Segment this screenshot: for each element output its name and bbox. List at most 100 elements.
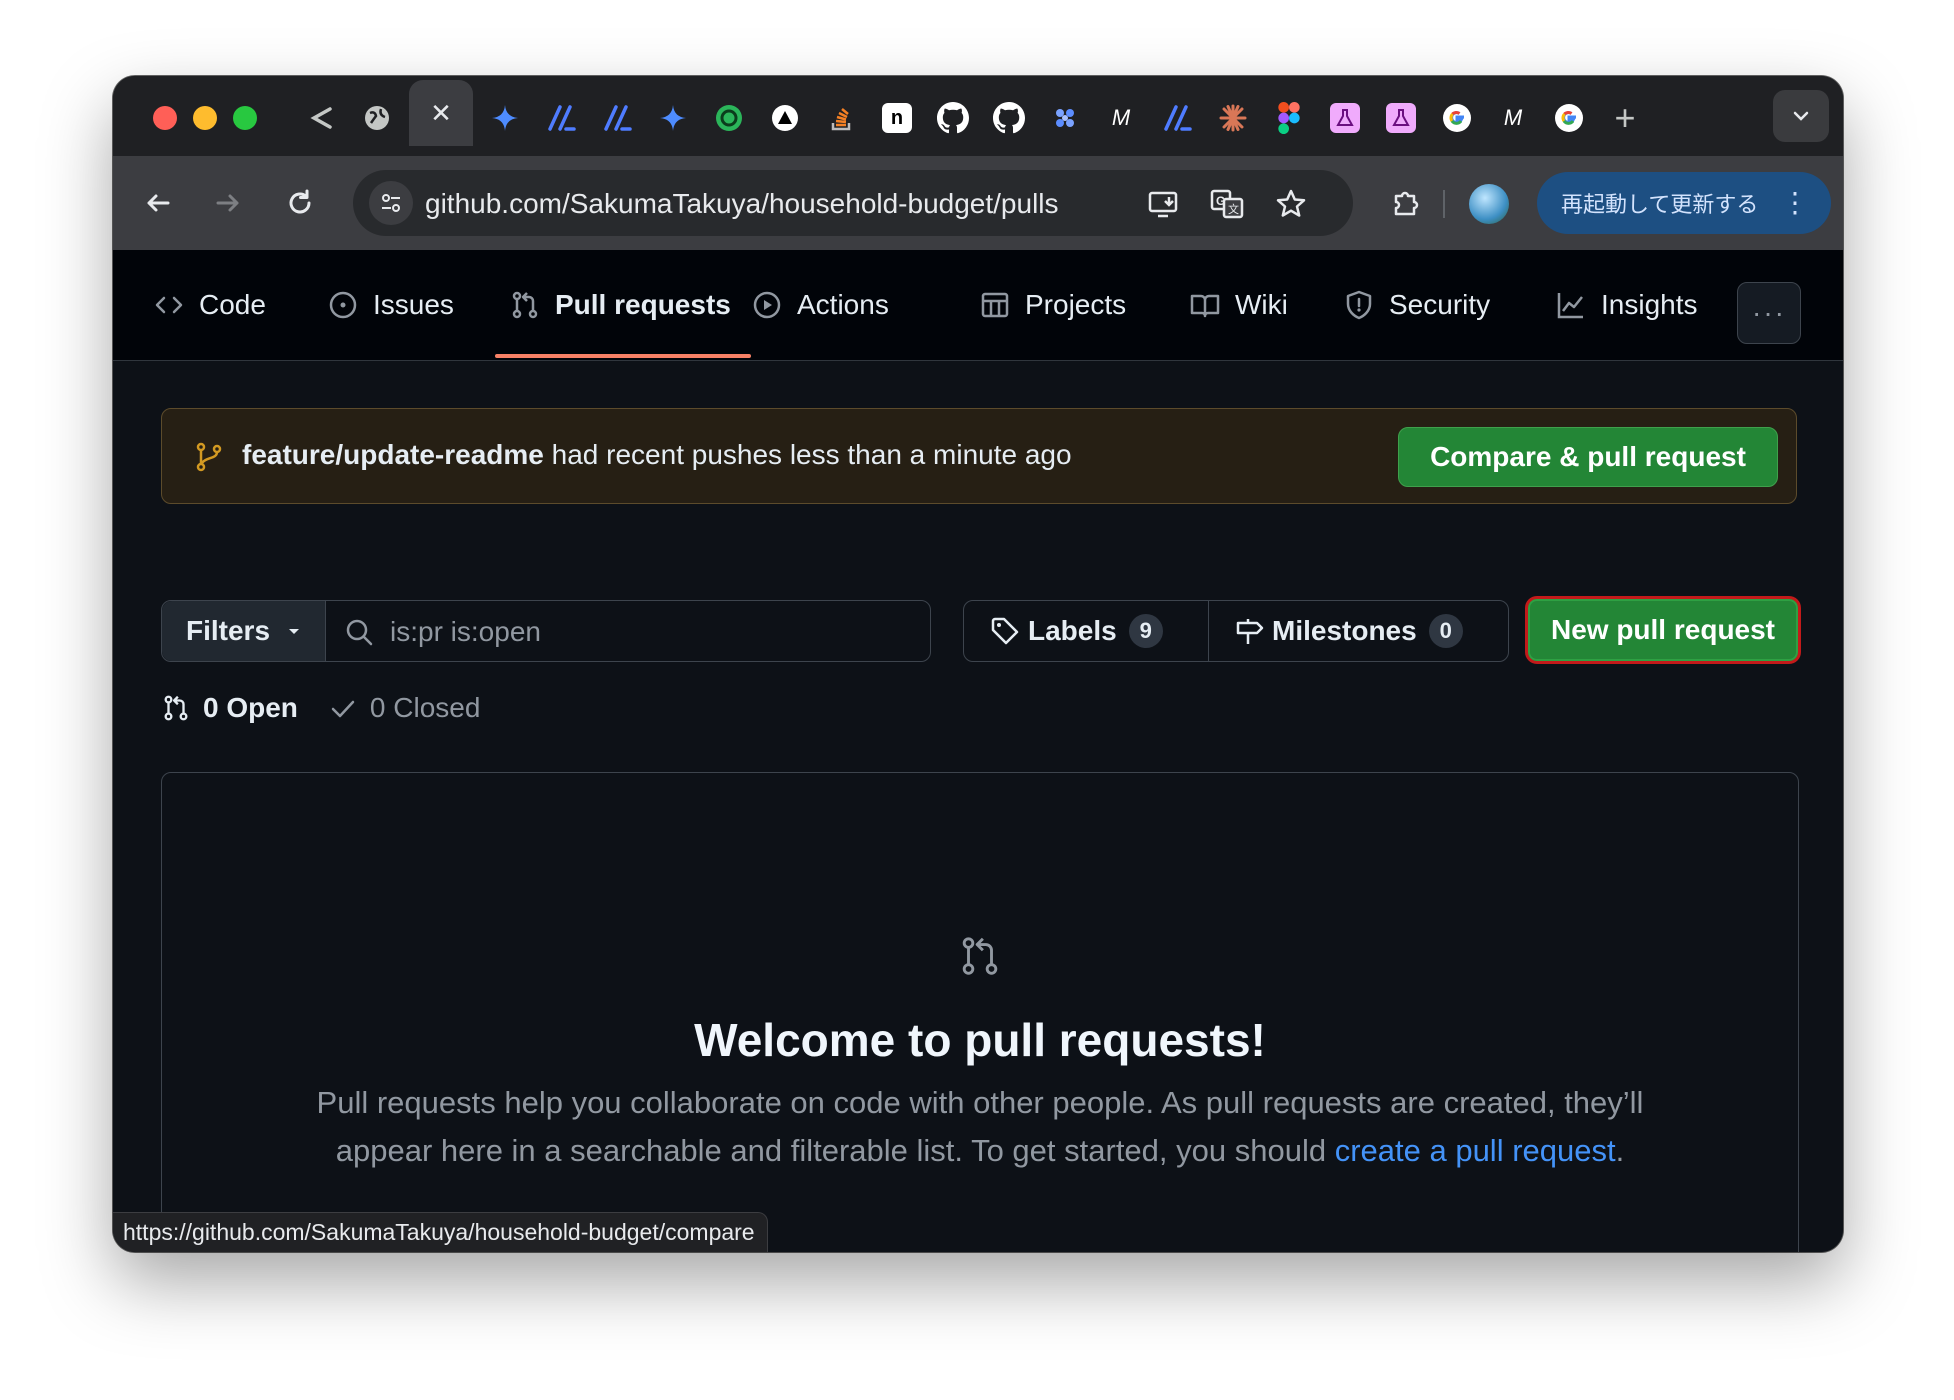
branch-name[interactable]: feature/update-readme [242,439,544,470]
milestones-button[interactable]: Milestones 0 [1234,601,1463,661]
google-icon [1555,104,1583,132]
extensions-button[interactable] [1383,180,1429,226]
site-info-button[interactable] [369,181,413,225]
address-bar[interactable]: github.com/SakumaTakuya/household-budget… [353,170,1353,236]
tab-pull-requests[interactable]: Pull requests [509,280,731,330]
tab-notion[interactable]: n [869,90,925,146]
empty-state-end: . [1615,1133,1625,1168]
tab-triangle-app[interactable] [757,90,813,146]
close-icon[interactable]: ✕ [430,98,452,129]
flask-icon [1386,103,1416,133]
tab-m-app[interactable]: M [1093,90,1149,146]
install-app-button[interactable] [1145,186,1181,222]
back-button[interactable] [135,180,181,226]
closed-count-label: 0 Closed [369,692,481,723]
tab-slash-app[interactable] [589,90,645,146]
tab-strip: ✕ n M M + [113,76,1843,156]
check-icon [331,700,355,718]
tab-github[interactable] [981,90,1037,146]
tab-flask-app[interactable] [1373,90,1429,146]
issue-opened-icon [329,291,357,319]
tab-actions[interactable]: Actions [751,280,889,330]
tab-flask-app[interactable] [1317,90,1373,146]
recent-push-banner: feature/update-readme had recent pushes … [161,408,1797,504]
triangle-app-icon [772,105,798,131]
tab-stack-overflow[interactable] [813,90,869,146]
tab-active[interactable]: ✕ [409,80,473,146]
more-vertical-icon[interactable]: ⋮ [1781,186,1809,220]
tab-claude[interactable] [1205,90,1261,146]
milestones-label: Milestones [1272,615,1417,646]
git-pull-request-icon [512,291,538,319]
m-app-icon: M [1111,105,1131,130]
tab-m-app[interactable]: M [1485,90,1541,146]
reload-button[interactable] [277,180,323,226]
github-icon [937,102,969,134]
tab-list: ✕ n M M + [293,80,1653,146]
milestones-count: 0 [1428,614,1463,648]
tab-github[interactable] [925,90,981,146]
arrow-right-icon [216,194,239,212]
chatgpt-green-icon [716,105,742,131]
tab-gemini[interactable] [645,90,701,146]
profile-avatar[interactable] [1469,184,1509,224]
tab-issues[interactable]: Issues [327,280,454,330]
tab-gemini[interactable] [477,90,533,146]
labels-label: Labels [1028,615,1117,646]
graph-icon [1557,293,1583,319]
tab-wiki[interactable]: Wiki [1189,280,1288,330]
create-pull-request-link[interactable]: create a pull request [1335,1133,1616,1168]
arrow-left-icon [147,194,170,212]
minimize-window-button[interactable] [193,106,217,130]
google-icon [1443,104,1471,132]
maximize-window-button[interactable] [233,106,257,130]
labels-button[interactable]: Labels 9 [990,601,1163,661]
tab-slash-app[interactable] [1149,90,1205,146]
compare-pull-request-button[interactable]: Compare & pull request [1398,427,1778,487]
translate-button[interactable]: G文 [1209,186,1245,222]
close-window-button[interactable] [153,106,177,130]
tab-search-button[interactable] [1773,90,1829,142]
slack-like-icon [1056,109,1074,127]
active-tab-underline [495,354,751,358]
tab-google[interactable] [1541,90,1597,146]
tab-code-label: Code [199,289,266,320]
milestone-icon [1236,619,1264,644]
tab-share[interactable] [293,90,349,146]
tab-pull-requests-label: Pull requests [555,289,731,320]
pr-state-toggle: 0 Open 0 Closed [161,680,480,736]
tab-cluster-app[interactable] [1037,90,1093,146]
tab-code[interactable]: Code [153,280,266,330]
tab-insights[interactable]: Insights [1555,280,1698,330]
search-icon [346,619,373,646]
update-browser-button[interactable]: 再起動して更新する ⋮ [1537,172,1831,234]
notion-icon: n [882,103,912,133]
tab-globe[interactable] [349,90,405,146]
tab-projects[interactable]: Projects [979,280,1126,330]
browser-toolbar: github.com/SakumaTakuya/household-budget… [113,156,1843,250]
open-filter[interactable]: 0 Open [161,692,298,724]
git-pull-request-icon [962,937,998,975]
install-icon [1148,191,1178,218]
globe-icon [365,106,389,130]
nav-more-button[interactable]: ··· [1737,282,1801,344]
tab-figma[interactable] [1261,90,1317,146]
slash-app-icon [548,105,576,131]
open-count-label: 0 Open [203,692,298,723]
filters-button[interactable]: Filters [162,601,326,661]
closed-filter[interactable]: 0 Closed [328,692,481,724]
url-text[interactable]: github.com/SakumaTakuya/household-budget… [425,188,1059,220]
tab-green-app[interactable] [701,90,757,146]
new-pull-request-button[interactable]: New pull request [1525,596,1801,664]
update-button-label: 再起動して更新する [1561,192,1759,217]
tab-slash-app[interactable] [533,90,589,146]
bookmark-button[interactable] [1273,186,1309,222]
tab-security[interactable]: Security [1343,280,1490,330]
labels-milestones-group: Labels 9 Milestones 0 [963,600,1509,662]
tab-google[interactable] [1429,90,1485,146]
empty-state-body: Pull requests help you collaborate on co… [312,1079,1648,1175]
search-input[interactable] [388,609,912,655]
book-icon [1190,294,1220,318]
new-tab-button[interactable]: + [1597,97,1653,139]
forward-button[interactable] [205,180,251,226]
